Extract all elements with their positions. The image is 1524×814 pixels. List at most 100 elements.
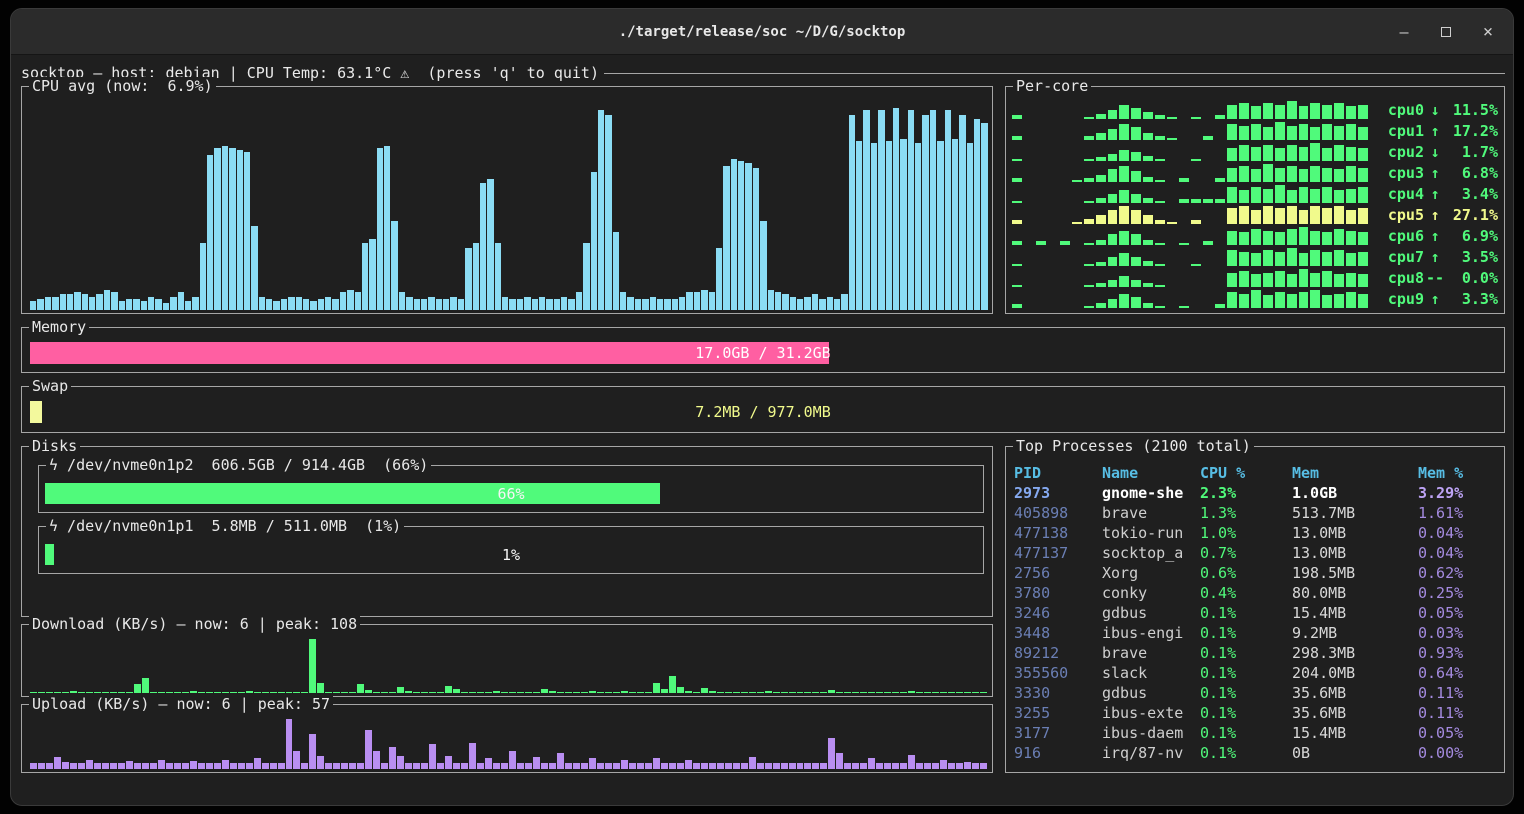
disks-panel: Disks ϟ /dev/nvme0n1p2 606.5GB / 914.4GB…	[21, 446, 993, 617]
disks-title: Disks	[29, 437, 80, 456]
core-sparkline	[1012, 185, 1368, 203]
process-row[interactable]: 89212brave0.1%298.3MB0.93%	[1014, 643, 1498, 663]
process-row[interactable]: 355560slack0.1%204.0MB0.64%	[1014, 663, 1498, 683]
core-label: cpu8--0.0%	[1368, 269, 1498, 287]
col-mem: Mem	[1292, 464, 1418, 482]
process-row[interactable]: 2756Xorg0.6%198.5MB0.62%	[1014, 563, 1498, 583]
process-row[interactable]: 3255ibus-exte0.1%35.6MB0.11%	[1014, 703, 1498, 723]
cell-pcpu: 0.1%	[1200, 724, 1292, 742]
core-sparkline	[1012, 290, 1368, 308]
core-sparkline	[1012, 206, 1368, 224]
core-row: cpu8--0.0%	[1012, 268, 1498, 288]
upload-chart	[30, 719, 987, 769]
process-rows: 2973gnome-she2.3%1.0GB3.29%405898brave1.…	[1014, 483, 1498, 763]
cell-pcpu: 0.1%	[1200, 624, 1292, 642]
disk-gauge-label: 66%	[45, 483, 977, 504]
cell-pcpu: 2.3%	[1200, 484, 1292, 502]
cell-pmem: 298.3MB	[1292, 644, 1418, 662]
cell-pmem: 13.0MB	[1292, 544, 1418, 562]
cell-pid: 405898	[1014, 504, 1102, 522]
cell-pname: brave	[1102, 504, 1200, 522]
process-row[interactable]: 477138tokio-run1.0%13.0MB0.04%	[1014, 523, 1498, 543]
core-sparkline	[1012, 143, 1368, 161]
cell-pname: gnome-she	[1102, 484, 1200, 502]
cell-pmemp: 0.04%	[1418, 524, 1498, 542]
cell-pmem: 35.6MB	[1292, 704, 1418, 722]
percore-rows: cpu0↓11.5%cpu1↑17.2%cpu2↓1.7%cpu3↑6.8%cp…	[1012, 100, 1498, 310]
cpu-history-chart	[30, 99, 987, 310]
core-trend-icon: ↑	[1424, 164, 1446, 182]
process-row[interactable]: 916irq/87-nv0.1%0B0.00%	[1014, 743, 1498, 763]
process-table: PID Name CPU % Mem Mem % 2973gnome-she2.…	[1014, 463, 1498, 768]
col-pid: PID	[1014, 464, 1102, 482]
cell-pname: ibus-daem	[1102, 724, 1200, 742]
disk-gauge: 66%	[45, 483, 977, 504]
process-row[interactable]: 2973gnome-she2.3%1.0GB3.29%	[1014, 483, 1498, 503]
cell-pcpu: 0.7%	[1200, 544, 1292, 562]
core-trend-icon: ↑	[1424, 122, 1446, 140]
close-button[interactable]: ×	[1479, 23, 1497, 41]
col-name: Name	[1102, 464, 1200, 482]
cell-pmemp: 0.00%	[1418, 744, 1498, 762]
minimize-button[interactable]: –	[1395, 23, 1413, 41]
process-row[interactable]: 3246gdbus0.1%15.4MB0.05%	[1014, 603, 1498, 623]
process-row[interactable]: 3330gdbus0.1%35.6MB0.11%	[1014, 683, 1498, 703]
cell-pid: 477138	[1014, 524, 1102, 542]
download-panel: Download (KB/s) — now: 6 | peak: 108	[21, 624, 993, 697]
core-sparkline	[1012, 101, 1368, 119]
core-sparkline	[1012, 164, 1368, 182]
core-label: cpu9↑3.3%	[1368, 290, 1498, 308]
disk-title: ϟ /dev/nvme0n1p1 5.8MB / 511.0MB (1%)	[46, 517, 404, 536]
cell-pmemp: 0.93%	[1418, 644, 1498, 662]
core-label: cpu1↑17.2%	[1368, 122, 1498, 140]
cell-pmemp: 0.64%	[1418, 664, 1498, 682]
titlebar[interactable]: ./target/release/soc ~/D/G/socktop – ×	[11, 9, 1513, 55]
cell-pname: irq/87-nv	[1102, 744, 1200, 762]
process-row[interactable]: 3448ibus-engi0.1%9.2MB0.03%	[1014, 623, 1498, 643]
col-cpu: CPU %	[1200, 464, 1292, 482]
process-row[interactable]: 3177ibus-daem0.1%15.4MB0.05%	[1014, 723, 1498, 743]
cell-pmemp: 0.03%	[1418, 624, 1498, 642]
window-title: ./target/release/soc ~/D/G/socktop	[11, 9, 1513, 54]
maximize-button[interactable]	[1437, 23, 1455, 41]
core-row: cpu0↓11.5%	[1012, 100, 1498, 120]
cell-pmem: 513.7MB	[1292, 504, 1418, 522]
processes-panel: Top Processes (2100 total) PID Name CPU …	[1005, 446, 1505, 773]
cell-pname: Xorg	[1102, 564, 1200, 582]
cell-pcpu: 0.1%	[1200, 664, 1292, 682]
core-label: cpu2↓1.7%	[1368, 143, 1498, 161]
cell-pid: 89212	[1014, 644, 1102, 662]
cell-pmemp: 0.04%	[1418, 544, 1498, 562]
cell-pcpu: 0.1%	[1200, 604, 1292, 622]
cell-pmemp: 0.11%	[1418, 704, 1498, 722]
core-trend-icon: ↑	[1424, 206, 1446, 224]
process-row[interactable]: 405898brave1.3%513.7MB1.61%	[1014, 503, 1498, 523]
disk-title: ϟ /dev/nvme0n1p2 606.5GB / 914.4GB (66%)	[46, 456, 431, 475]
disk-gauge: 1%	[45, 544, 977, 565]
process-row[interactable]: 3780conky0.4%80.0MB0.25%	[1014, 583, 1498, 603]
core-row: cpu6↑6.9%	[1012, 226, 1498, 246]
upload-panel: Upload (KB/s) — now: 6 | peak: 57	[21, 704, 993, 773]
cpu-avg-panel: CPU avg (now: 6.9%)	[21, 86, 993, 314]
memory-panel: Memory 17.0GB / 31.2GB 17.0GB / 31.2GB	[21, 327, 1505, 373]
download-title: Download (KB/s) — now: 6 | peak: 108	[29, 615, 360, 634]
cell-pmemp: 0.62%	[1418, 564, 1498, 582]
cell-pcpu: 0.1%	[1200, 684, 1292, 702]
disk-list: ϟ /dev/nvme0n1p2 606.5GB / 914.4GB (66%)…	[38, 465, 984, 587]
process-row[interactable]: 477137socktop_a0.7%13.0MB0.04%	[1014, 543, 1498, 563]
cell-pcpu: 0.6%	[1200, 564, 1292, 582]
percore-title: Per-core	[1013, 77, 1091, 96]
core-label: cpu5↑27.1%	[1368, 206, 1498, 224]
cell-pname: socktop_a	[1102, 544, 1200, 562]
core-trend-icon: ↓	[1424, 101, 1446, 119]
core-sparkline	[1012, 227, 1368, 245]
core-trend-icon: ↑	[1424, 227, 1446, 245]
cell-pname: gdbus	[1102, 684, 1200, 702]
core-sparkline	[1012, 248, 1368, 266]
cell-pcpu: 0.1%	[1200, 744, 1292, 762]
cell-pid: 2973	[1014, 484, 1102, 502]
cell-pcpu: 0.1%	[1200, 644, 1292, 662]
cell-pname: slack	[1102, 664, 1200, 682]
core-trend-icon: ↑	[1424, 248, 1446, 266]
cell-pcpu: 1.3%	[1200, 504, 1292, 522]
